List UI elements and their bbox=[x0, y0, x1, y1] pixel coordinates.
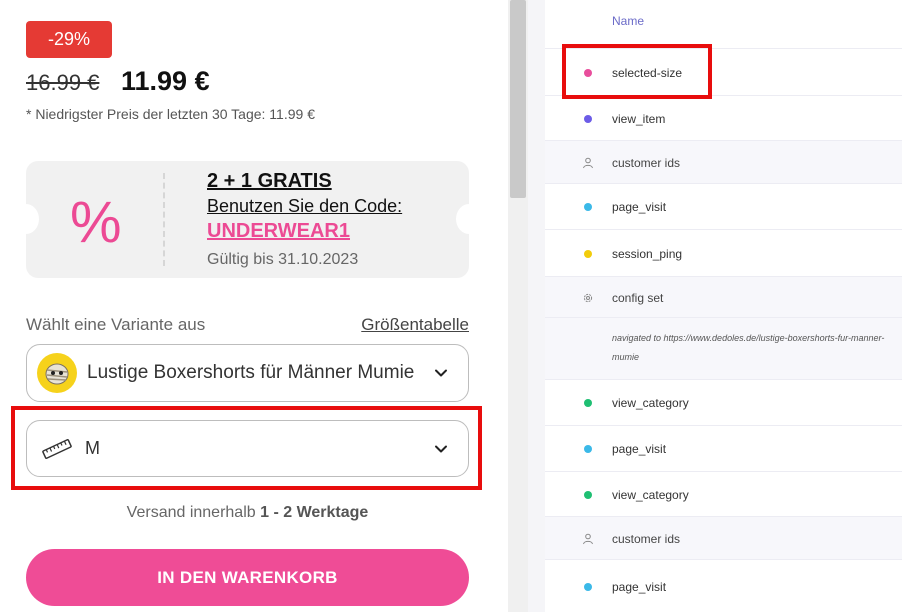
event-label: view_category bbox=[612, 396, 689, 410]
event-label: page_visit bbox=[612, 200, 667, 214]
product-panel: -29% 16.99 € 11.99 € * Niedrigster Preis… bbox=[0, 0, 508, 612]
coupon-title: 2 + 1 GRATIS bbox=[207, 170, 332, 192]
event-row[interactable]: config set bbox=[545, 276, 902, 317]
add-to-cart-button[interactable]: IN DEN WARENKORB bbox=[26, 549, 469, 606]
coupon-code[interactable]: UNDERWEAR1 bbox=[207, 220, 350, 243]
event-row[interactable]: view_item bbox=[545, 95, 902, 140]
event-row[interactable]: customer ids bbox=[545, 140, 902, 183]
scrollbar[interactable] bbox=[508, 0, 528, 612]
size-chart-link[interactable]: Größentabelle bbox=[361, 315, 469, 335]
design-select-value: Lustige Boxershorts für Männer Mumie bbox=[87, 362, 415, 383]
event-label: customer ids bbox=[612, 532, 681, 546]
column-header-name: Name bbox=[612, 14, 645, 28]
design-select[interactable]: Lustige Boxershorts für Männer Mumie bbox=[26, 344, 469, 402]
variant-label: Wählt eine Variante aus bbox=[26, 315, 206, 334]
percent-icon: % bbox=[70, 190, 122, 255]
user-icon bbox=[583, 157, 593, 169]
user-icon bbox=[583, 533, 593, 545]
event-row[interactable]: view_category bbox=[545, 471, 902, 516]
shipping-prefix: Versand innerhalb bbox=[126, 504, 261, 521]
coupon-valid-until: Gültig bis 31.10.2023 bbox=[207, 251, 359, 268]
highlight-box-selected-size bbox=[562, 44, 712, 99]
event-dot-icon bbox=[584, 399, 592, 407]
panel-gutter bbox=[528, 0, 545, 612]
event-dot-icon bbox=[584, 445, 592, 453]
event-row[interactable]: navigated to https://www.dedoles.de/lust… bbox=[545, 317, 902, 379]
event-label: view_item bbox=[612, 112, 666, 126]
coupon-divider bbox=[163, 173, 165, 266]
event-dot-icon bbox=[584, 115, 592, 123]
coupon-card: % 2 + 1 GRATIS Benutzen Sie den Code: UN… bbox=[13, 161, 482, 278]
event-row[interactable]: session_ping bbox=[545, 229, 902, 276]
event-dot-icon bbox=[584, 583, 592, 591]
coupon-use-code-text: Benutzen Sie den Code: bbox=[207, 196, 403, 216]
event-label: page_visit bbox=[612, 442, 667, 456]
product-thumbnail bbox=[37, 353, 77, 393]
highlight-box-size-select bbox=[11, 406, 482, 490]
event-label: page_visit bbox=[612, 580, 667, 594]
scrollbar-thumb[interactable] bbox=[510, 0, 526, 198]
event-row[interactable]: page_visit bbox=[545, 559, 902, 612]
coupon-notch-right bbox=[456, 204, 482, 234]
event-dot-icon bbox=[584, 203, 592, 211]
event-row[interactable]: page_visit bbox=[545, 425, 902, 471]
event-dot-icon bbox=[584, 250, 592, 258]
coupon-notch-left bbox=[13, 204, 39, 234]
event-navigation-text: navigated to https://www.dedoles.de/lust… bbox=[612, 333, 885, 362]
old-price: 16.99 € bbox=[26, 70, 100, 95]
event-label: session_ping bbox=[612, 247, 683, 261]
chevron-down-icon bbox=[435, 369, 447, 377]
event-dot-icon bbox=[584, 491, 592, 499]
event-row[interactable]: page_visit bbox=[545, 183, 902, 229]
event-label: view_category bbox=[612, 488, 689, 502]
event-label: customer ids bbox=[612, 156, 681, 170]
event-row[interactable]: customer ids bbox=[545, 516, 902, 559]
event-label: config set bbox=[612, 291, 664, 305]
gear-icon bbox=[583, 293, 593, 303]
shipping-info: Versand innerhalb 1 - 2 Werktage bbox=[0, 504, 495, 522]
lowest-price-note: * Niedrigster Preis der letzten 30 Tage:… bbox=[26, 106, 315, 122]
shipping-days: 1 - 2 Werktage bbox=[260, 504, 369, 521]
new-price: 11.99 € bbox=[121, 66, 210, 96]
discount-badge: -29% bbox=[26, 21, 112, 58]
event-row[interactable]: view_category bbox=[545, 379, 902, 425]
